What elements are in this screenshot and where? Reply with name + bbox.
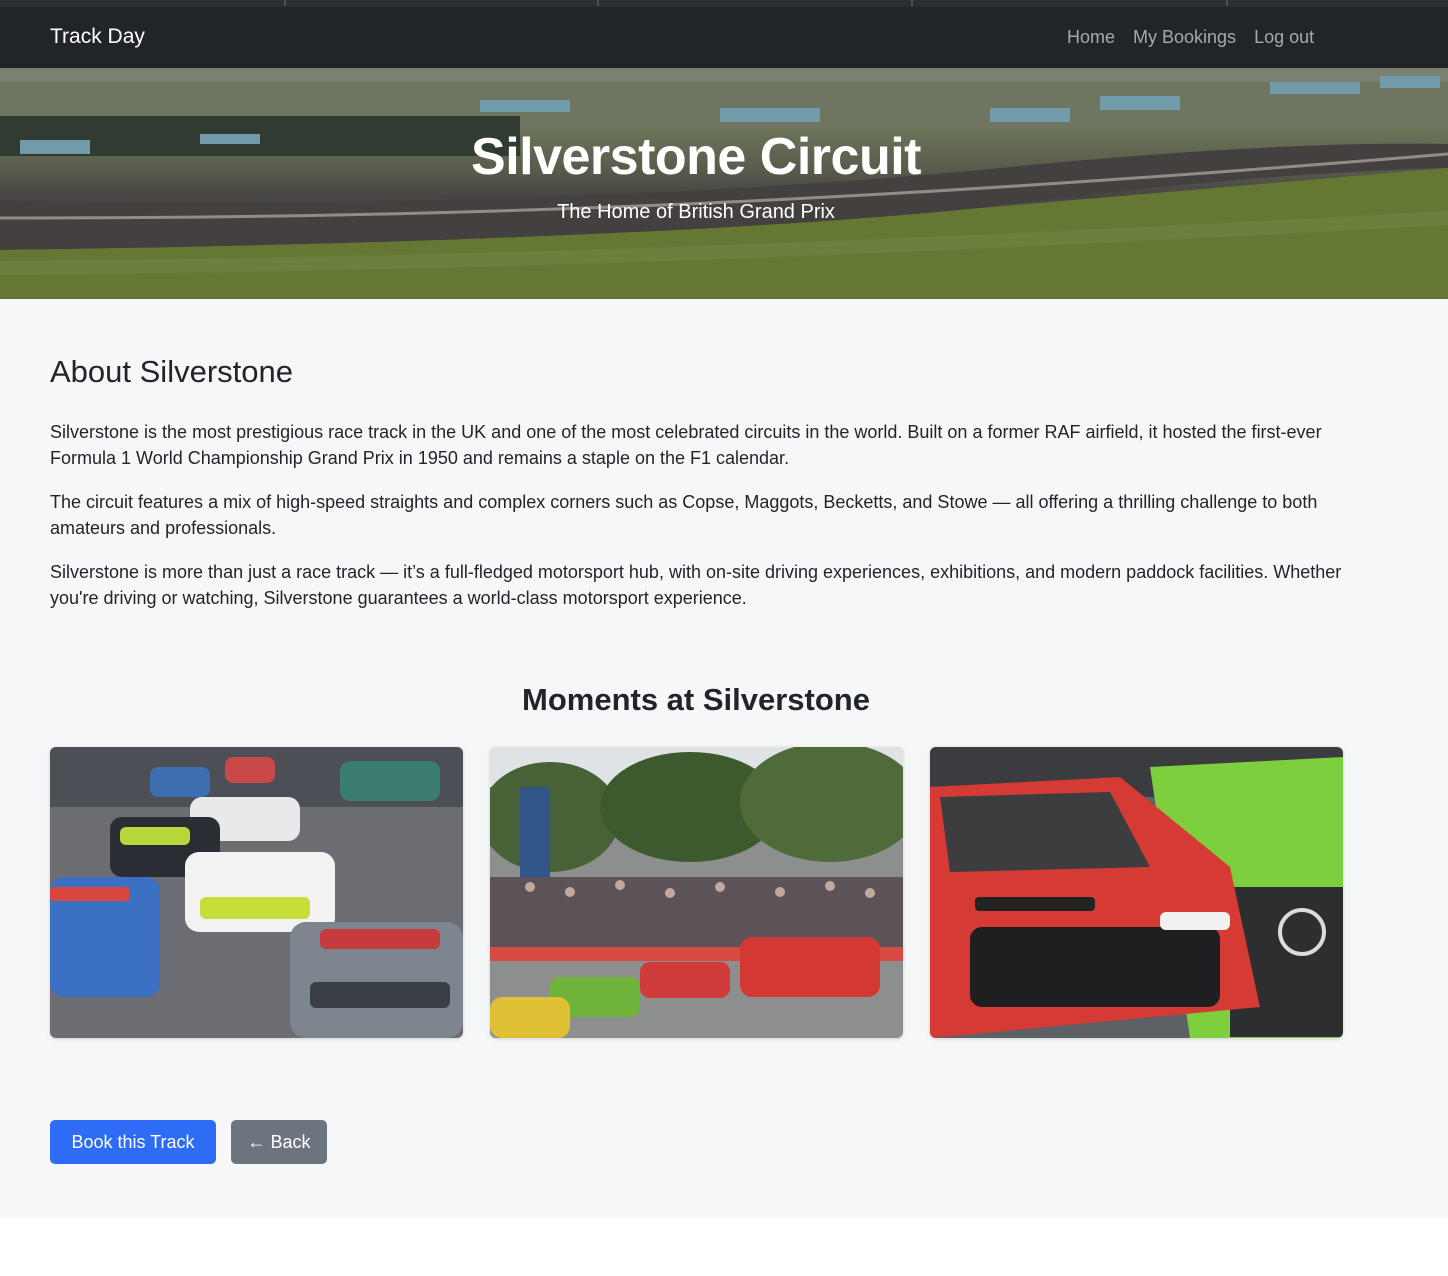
- nav-my-bookings-link[interactable]: My Bookings: [1124, 25, 1245, 49]
- browser-tab-strip: [0, 0, 1448, 7]
- gallery-photo-race-cars: [50, 747, 463, 1038]
- tab-divider: [599, 0, 913, 6]
- arrow-left-icon: ←: [247, 1132, 266, 1152]
- navbar: Track Day Home My Bookings Log out: [0, 7, 1448, 68]
- gallery-heading: Moments at Silverstone: [522, 682, 870, 717]
- gallery-photo-gt-cars: [930, 747, 1343, 1038]
- nav-home-link[interactable]: Home: [1058, 25, 1124, 49]
- brand-link[interactable]: Track Day: [50, 24, 145, 50]
- tab-divider: [0, 0, 286, 6]
- gallery-photo-crowd-supercars: [490, 747, 903, 1038]
- about-heading: About Silverstone: [50, 354, 293, 389]
- hero-subtitle: The Home of British Grand Prix: [557, 201, 835, 223]
- about-paragraph: Silverstone is the most prestigious race…: [50, 422, 1322, 468]
- back-button-label: Back: [270, 1132, 311, 1152]
- tab-divider: [286, 0, 599, 6]
- about-paragraph: The circuit features a mix of high-speed…: [50, 492, 1318, 538]
- hero-title: Silverstone Circuit: [471, 128, 921, 186]
- book-track-button[interactable]: Book this Track: [50, 1120, 216, 1164]
- hero-banner: Silverstone Circuit The Home of British …: [0, 68, 1448, 299]
- nav-links: Home My Bookings Log out: [1058, 25, 1323, 49]
- nav-logout-link[interactable]: Log out: [1245, 25, 1323, 49]
- main-content: About Silverstone Silverstone is the mos…: [0, 299, 1448, 1218]
- back-button[interactable]: ← Back: [231, 1120, 327, 1164]
- about-paragraph: Silverstone is more than just a race tra…: [50, 562, 1342, 608]
- tab-divider: [913, 0, 1228, 6]
